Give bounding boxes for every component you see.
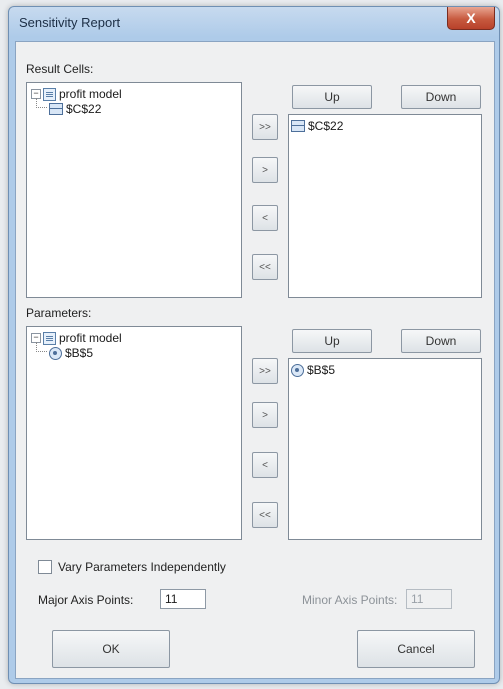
title-bar[interactable]: Sensitivity Report X [9, 7, 499, 41]
vary-independently-label: Vary Parameters Independently [58, 560, 226, 574]
param-selected-item[interactable]: $B$5 [291, 363, 335, 377]
parameters-tree[interactable]: − profit model $B$5 [26, 326, 242, 540]
result-remove-button[interactable]: < [252, 205, 278, 231]
ok-button[interactable]: OK [52, 630, 170, 668]
sensitivity-report-dialog: Sensitivity Report X Result Cells: − pro… [8, 6, 500, 684]
cell-icon [49, 103, 63, 115]
result-add-all-button[interactable]: >> [252, 114, 278, 140]
result-cells-tree[interactable]: − profit model $C$22 [26, 82, 242, 298]
dialog-body: Result Cells: − profit model $C$22 >> > … [15, 41, 495, 679]
result-remove-all-button[interactable]: << [252, 254, 278, 280]
result-tree-root-label: profit model [59, 87, 122, 101]
result-down-button[interactable]: Down [401, 85, 481, 109]
param-tree-child[interactable]: $B$5 [49, 346, 93, 360]
major-axis-label: Major Axis Points: [38, 593, 134, 607]
dialog-title: Sensitivity Report [19, 15, 121, 30]
minor-axis-input: 11 [406, 589, 452, 609]
result-tree-child[interactable]: $C$22 [49, 102, 101, 116]
minor-axis-label: Minor Axis Points: [302, 593, 398, 607]
param-tree-root-label: profit model [59, 331, 122, 345]
param-up-button[interactable]: Up [292, 329, 372, 353]
parameter-icon [291, 363, 304, 377]
cancel-button[interactable]: Cancel [357, 630, 475, 668]
parameters-label: Parameters: [26, 306, 92, 320]
result-cells-label: Result Cells: [26, 62, 94, 76]
param-down-button[interactable]: Down [401, 329, 481, 353]
major-axis-input[interactable]: 11 [160, 589, 206, 609]
param-add-all-button[interactable]: >> [252, 358, 278, 384]
param-remove-all-button[interactable]: << [252, 502, 278, 528]
close-icon: X [466, 10, 476, 26]
param-selected-list[interactable]: $B$5 [288, 358, 482, 540]
param-remove-button[interactable]: < [252, 452, 278, 478]
param-selected-label: $B$5 [307, 363, 336, 377]
vary-independently-checkbox[interactable] [38, 560, 52, 574]
result-selected-item[interactable]: $C$22 [291, 119, 343, 133]
result-selected-label: $C$22 [308, 119, 344, 133]
parameter-icon [49, 346, 62, 360]
param-tree-child-label: $B$5 [65, 346, 94, 360]
cell-icon [291, 120, 305, 132]
result-add-button[interactable]: > [252, 157, 278, 183]
param-add-button[interactable]: > [252, 402, 278, 428]
tree-connector [36, 98, 47, 108]
result-selected-list[interactable]: $C$22 [288, 114, 482, 298]
close-button[interactable]: X [447, 7, 495, 30]
tree-connector [36, 342, 47, 352]
result-up-button[interactable]: Up [292, 85, 372, 109]
result-tree-child-label: $C$22 [66, 102, 102, 116]
